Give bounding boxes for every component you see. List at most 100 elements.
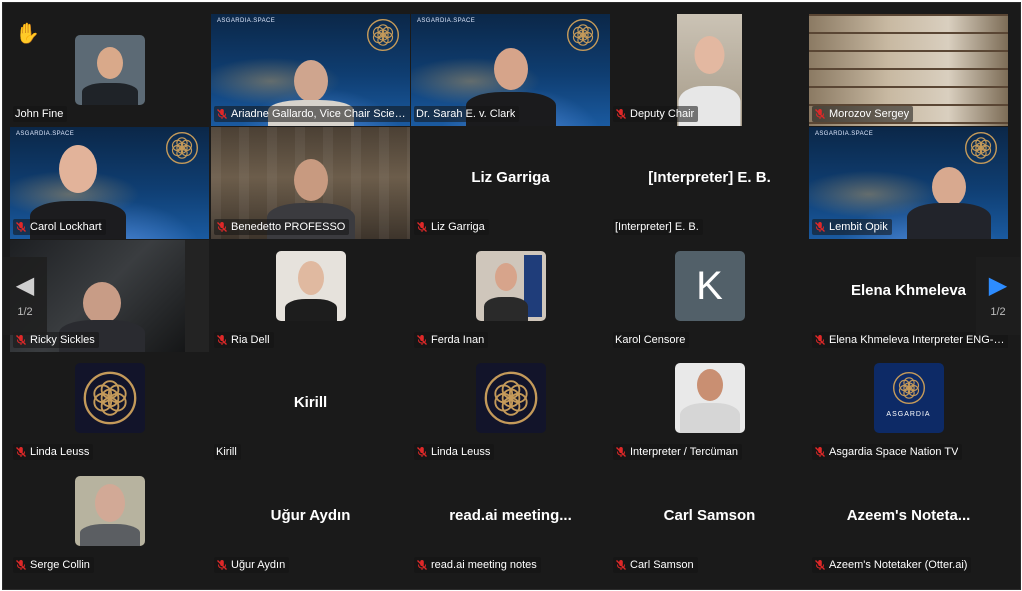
muted-microphone-icon (416, 334, 428, 346)
participant-name-label: Dr. Sarah E. v. Clark (414, 106, 520, 122)
muted-microphone-icon (15, 334, 27, 346)
participant-logo-avatar (475, 363, 546, 433)
participant-tile-carol[interactable]: ASGARDIA.SPACE Carol Lockhart (10, 127, 209, 239)
muted-microphone-icon (814, 221, 826, 233)
participant-display-name: [Interpreter] E. B. (648, 169, 771, 186)
participant-tile-interpreter-eb[interactable]: [Interpreter] E. B. [Interpreter] E. B. (610, 127, 809, 239)
asgardia-logo-icon (566, 18, 600, 52)
chevron-right-icon: ▶ (988, 272, 1008, 299)
participant-name-label: John Fine (13, 106, 68, 122)
participant-tile-asgardia-tv[interactable]: ASGARDIA Asgardia Space Nation TV (809, 352, 1008, 464)
video-gallery: ✋ John Fine ASGARDIA.SPACE Ariadne Galla… (2, 2, 1021, 590)
participant-tile-readai[interactable]: read.ai meeting... read.ai meeting notes (411, 465, 610, 577)
participant-name-label: Morozov Sergey (812, 106, 914, 122)
participant-display-name: Kirill (293, 394, 328, 411)
participant-name-label: Uğur Aydın (214, 557, 290, 573)
muted-microphone-icon (814, 446, 826, 458)
participant-name-label: [Interpreter] E. B. (613, 219, 703, 235)
participant-display-name: read.ai meeting... (449, 507, 572, 524)
participant-name-label: Deputy Chair (613, 106, 699, 122)
participant-name-label: Linda Leuss (414, 444, 495, 460)
asgardia-logo-icon (366, 18, 400, 52)
participant-tile-benedetto[interactable]: Benedetto PROFESSO (211, 127, 410, 239)
participant-photo (74, 35, 145, 105)
participant-name-label: Carl Samson (613, 557, 698, 573)
previous-page-button[interactable]: ◀ 1/2 (3, 257, 47, 335)
page-indicator-right: 1/2 (990, 306, 1006, 318)
muted-microphone-icon (615, 446, 627, 458)
asgardia-emblem-icon (892, 371, 926, 405)
brand-watermark: ASGARDIA.SPACE (217, 18, 276, 24)
participant-tile-ugur[interactable]: Uğur Aydın Uğur Aydın (211, 465, 410, 577)
participant-name-label: Karol Censore (613, 332, 690, 348)
participant-tile-karol[interactable]: K Karol Censore (610, 240, 809, 352)
participant-display-name: Azeem's Noteta... (846, 507, 971, 524)
participant-name-label: Carol Lockhart (13, 219, 106, 235)
participant-display-name: Uğur Aydın (270, 507, 351, 524)
participant-tile-sarah-active-speaker[interactable]: ASGARDIA.SPACE Dr. Sarah E. v. Clark (411, 14, 610, 126)
participant-name-label: Asgardia Space Nation TV (812, 444, 963, 460)
participant-name-label: Azeem's Notetaker (Otter.ai) (812, 557, 972, 573)
muted-microphone-icon (15, 446, 27, 458)
participant-name-label: Interpreter / Tercüman (613, 444, 743, 460)
participant-display-name: Carl Samson (663, 507, 756, 524)
muted-microphone-icon (814, 108, 826, 120)
participant-name-label: Lembit Opik (812, 219, 892, 235)
participant-name-label: Ferda Inan (414, 332, 489, 348)
brand-watermark: ASGARDIA.SPACE (417, 18, 476, 24)
participant-tile-linda-leuss-2[interactable]: Linda Leuss (411, 352, 610, 464)
participant-photo (475, 251, 546, 321)
participant-tile-linda-leuss-1[interactable]: Linda Leuss (10, 352, 209, 464)
participant-tile-tercuman[interactable]: Interpreter / Tercüman (610, 352, 809, 464)
asgardia-logo-icon (165, 131, 199, 165)
next-page-button[interactable]: ▶ 1/2 (976, 257, 1020, 335)
chevron-left-icon: ◀ (15, 272, 35, 299)
participant-name-label: Ariadne Gallardo, Vice Chair Scien... (214, 106, 410, 122)
participant-tile-ferda[interactable]: Ferda Inan (411, 240, 610, 352)
participant-name-label: Ria Dell (214, 332, 274, 348)
participant-photo (674, 363, 745, 433)
muted-microphone-icon (416, 559, 428, 571)
muted-microphone-icon (416, 446, 428, 458)
participant-logo-avatar: ASGARDIA (873, 363, 944, 433)
participant-tile-kirill[interactable]: Kirill Kirill (211, 352, 410, 464)
participant-initial-avatar: K (674, 251, 745, 321)
muted-microphone-icon (216, 559, 228, 571)
participant-name-label: Serge Collin (13, 557, 94, 573)
participant-name-label: Benedetto PROFESSO (214, 219, 350, 235)
participant-tile-ariadne[interactable]: ASGARDIA.SPACE Ariadne Gallardo, Vice Ch… (211, 14, 410, 126)
asgardia-flower-icon (483, 370, 539, 426)
participant-logo-avatar (74, 363, 145, 433)
participant-tile-ria-dell[interactable]: Ria Dell (211, 240, 410, 352)
asgardia-flower-icon (82, 370, 138, 426)
muted-microphone-icon (216, 334, 228, 346)
participant-name-label: Liz Garriga (414, 219, 489, 235)
muted-microphone-icon (814, 334, 826, 346)
participant-photo (275, 251, 346, 321)
muted-microphone-icon (615, 559, 627, 571)
participant-tile-carl[interactable]: Carl Samson Carl Samson (610, 465, 809, 577)
participant-name-label: read.ai meeting notes (414, 557, 541, 573)
participant-tile-azeem[interactable]: Azeem's Noteta... Azeem's Notetaker (Ott… (809, 465, 1008, 577)
participant-tile-lembit[interactable]: ASGARDIA.SPACE Lembit Opik (809, 127, 1008, 239)
muted-microphone-icon (216, 221, 228, 233)
participant-tile-liz-garriga[interactable]: Liz Garriga Liz Garriga (411, 127, 610, 239)
muted-microphone-icon (15, 559, 27, 571)
participant-tile-deputy-chair[interactable]: Deputy Chair (610, 14, 809, 126)
muted-microphone-icon (416, 221, 428, 233)
participant-photo (74, 476, 145, 546)
participant-tile-morozov[interactable]: Morozov Sergey (809, 14, 1008, 126)
brand-watermark: ASGARDIA.SPACE (815, 131, 874, 137)
participant-tile-serge[interactable]: Serge Collin (10, 465, 209, 577)
page-indicator-left: 1/2 (17, 306, 33, 318)
participant-video (904, 139, 994, 239)
muted-microphone-icon (15, 221, 27, 233)
asgardia-logo-text: ASGARDIA (886, 411, 931, 418)
participant-display-name: Liz Garriga (471, 169, 550, 186)
participant-name-label: Kirill (214, 444, 241, 460)
participant-name-label: Linda Leuss (13, 444, 94, 460)
muted-microphone-icon (814, 559, 826, 571)
muted-microphone-icon (216, 108, 228, 120)
muted-microphone-icon (615, 108, 627, 120)
raised-hand-icon: ✋ (15, 23, 40, 45)
